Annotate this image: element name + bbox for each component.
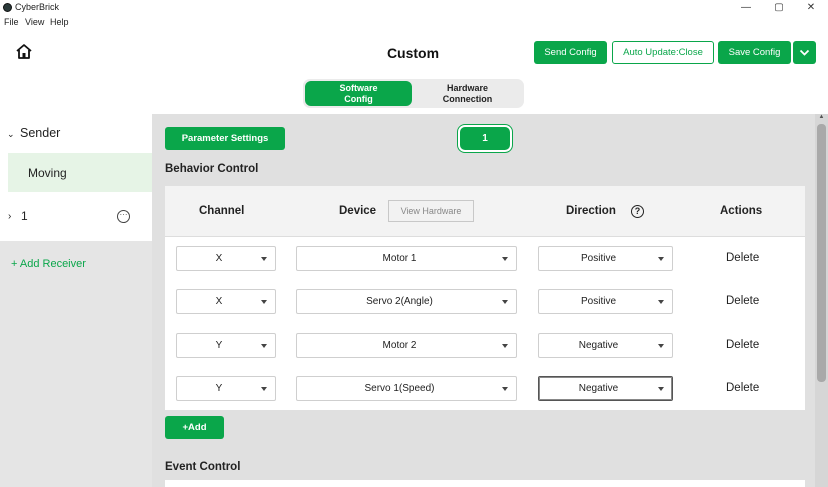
chevron-right-icon[interactable]: › [8,211,11,222]
device-select[interactable]: Motor 1 [296,246,517,271]
header-direction: Direction [566,205,616,217]
chevron-down-icon [799,49,810,56]
menu-file[interactable]: File [4,17,19,27]
receiver-tab-1[interactable]: 1 [458,125,512,152]
tab-software-label-line2: Config [344,94,373,104]
chevron-down-icon [502,257,508,261]
add-receiver-link[interactable]: + Add Receiver [11,258,86,270]
chevron-down-icon [502,344,508,348]
chevron-down-icon [261,257,267,261]
tab-software-label-line1: Software [339,83,378,93]
chevron-down-icon [261,344,267,348]
header-channel: Channel [199,205,245,217]
chevron-down-icon[interactable]: ⌄ [7,129,15,140]
device-select[interactable]: Servo 2(Angle) [296,289,517,314]
add-behavior-button[interactable]: +Add [165,416,224,439]
channel-value: X [215,296,223,307]
direction-select[interactable]: Negative [538,376,673,401]
help-icon[interactable]: ? [631,205,644,218]
delete-button[interactable]: Delete [726,382,759,394]
home-icon[interactable] [14,42,34,62]
device-value: Motor 1 [382,253,417,264]
direction-value: Negative [578,383,619,394]
title-bar [0,0,828,16]
channel-value: Y [215,383,223,394]
header-device: Device [339,205,377,217]
header-actions: Actions [720,205,763,217]
chevron-down-icon [502,387,508,391]
view-hardware-button[interactable]: View Hardware [388,200,474,222]
auto-update-button[interactable]: Auto Update:Close [612,41,714,64]
maximize-button[interactable]: ▢ [769,1,789,15]
menu-view[interactable]: View [25,17,44,27]
more-options-icon[interactable]: ··· [117,210,130,223]
direction-value: Positive [580,296,616,307]
device-value: Servo 2(Angle) [366,296,433,307]
page-title: Custom [386,45,440,61]
device-value: Servo 1(Speed) [364,383,435,394]
channel-select[interactable]: Y [176,333,276,358]
minimize-button[interactable]: — [736,1,756,15]
channel-value: X [215,253,223,264]
chevron-down-icon [658,257,664,261]
sidebar-item-receiver[interactable]: 1 [21,209,28,223]
tab-hardware-label-line1: Hardware [446,83,489,93]
parameter-settings-button[interactable]: Parameter Settings [165,127,285,150]
scrollbar-thumb[interactable] [817,124,826,382]
event-control-card [165,480,805,487]
sidebar-item-moving-label: Moving [28,166,67,180]
direction-select[interactable]: Positive [538,246,673,271]
channel-select[interactable]: X [176,246,276,271]
tab-software-config[interactable]: Software Config [305,81,412,106]
menu-help[interactable]: Help [50,17,69,27]
channel-value: Y [215,340,223,351]
chevron-down-icon [261,387,267,391]
scroll-up-icon[interactable]: ▲ [817,114,826,123]
delete-button[interactable]: Delete [726,295,759,307]
delete-button[interactable]: Delete [726,252,759,264]
chevron-down-icon [261,300,267,304]
delete-button[interactable]: Delete [726,339,759,351]
send-config-button[interactable]: Send Config [534,41,607,64]
chevron-down-icon [658,344,664,348]
direction-value: Positive [580,253,616,264]
app-logo-icon [3,3,12,12]
device-select[interactable]: Servo 1(Speed) [296,376,517,401]
tab-hardware-connection[interactable]: Hardware Connection [414,81,521,106]
chevron-down-icon [658,387,664,391]
save-options-dropdown[interactable] [793,41,816,64]
sidebar-lower-area [0,241,152,487]
save-config-button[interactable]: Save Config [718,41,791,64]
device-select[interactable]: Motor 2 [296,333,517,358]
chevron-down-icon [658,300,664,304]
sidebar-item-sender[interactable]: Sender [20,126,60,140]
tab-hardware-label-line2: Connection [442,94,493,104]
window-title: CyberBrick [15,2,60,12]
direction-select[interactable]: Positive [538,289,673,314]
behavior-control-title: Behavior Control [165,163,259,175]
device-value: Motor 2 [382,340,417,351]
channel-select[interactable]: X [176,289,276,314]
chevron-down-icon [502,300,508,304]
table-header [165,186,805,237]
close-button[interactable]: ✕ [801,1,821,15]
direction-value: Negative [578,340,619,351]
direction-select[interactable]: Negative [538,333,673,358]
channel-select[interactable]: Y [176,376,276,401]
event-control-title: Event Control [165,461,241,473]
